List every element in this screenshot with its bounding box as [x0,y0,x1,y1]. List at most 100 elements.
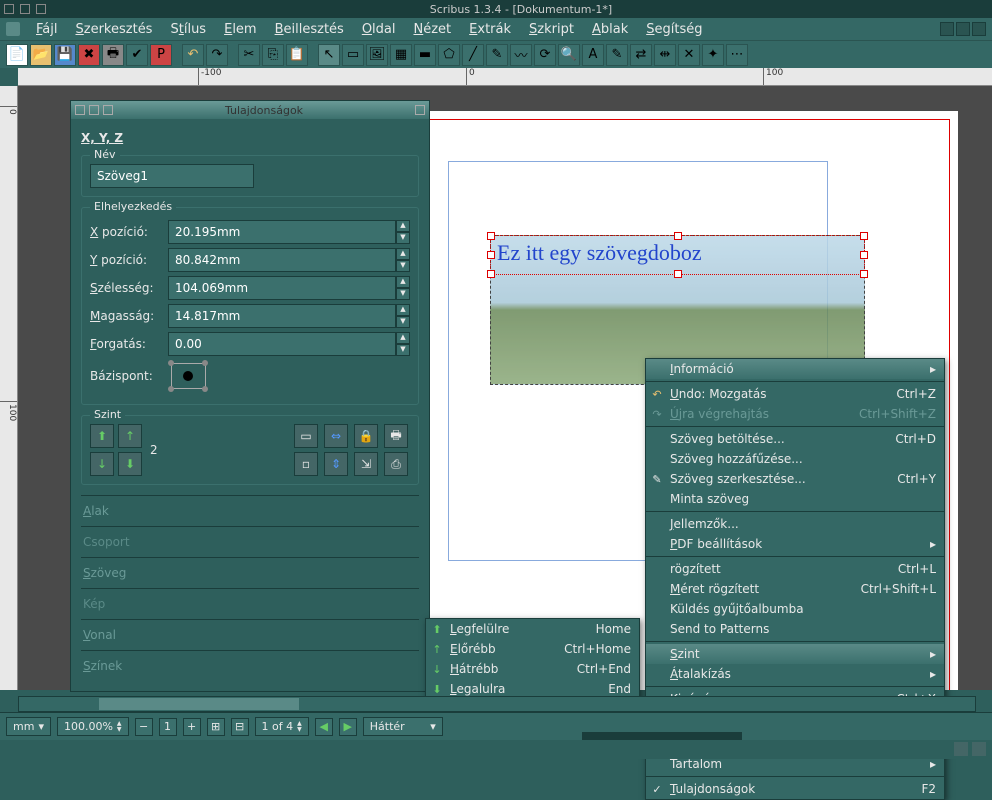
polygon-tool[interactable]: ⬠ [438,44,460,66]
handle-ne[interactable] [860,232,868,240]
wm-min-icon[interactable] [20,4,30,14]
submenu-forward[interactable]: ↑ElőrébbCtrl+Home [426,639,639,659]
width-input[interactable] [168,276,396,300]
resize-handle[interactable] [582,732,742,740]
zoom-input[interactable]: 100.00%▲▼ [57,717,129,736]
ctx-attributes[interactable]: Jellemzők... [646,514,944,534]
menu-extras[interactable]: Extrák [461,20,519,39]
undo-button[interactable]: ↶ [182,44,204,66]
horizontal-scrollbar[interactable] [18,696,976,712]
tab-image[interactable]: Kép [81,588,419,619]
ctx-send-patterns[interactable]: Send to Patterns [646,619,944,639]
xpos-input[interactable] [168,220,396,244]
menu-file[interactable]: Fájl [28,20,66,39]
zoom-tool[interactable]: 🔍 [558,44,580,66]
ctx-properties[interactable]: ✓TulajdonságokF2 [646,779,944,799]
fliph-button[interactable]: ⇔ [324,424,348,448]
tray-icon-2[interactable] [972,742,986,756]
scrollbar-thumb[interactable] [99,698,299,710]
menu-view[interactable]: Nézet [406,20,460,39]
handle-n[interactable] [674,232,682,240]
mdi-max-button[interactable] [956,22,970,36]
cut-button[interactable]: ✂ [238,44,260,66]
lock-button[interactable]: 🔒 [354,424,378,448]
panel-sysmenu-icon[interactable] [75,105,85,115]
level-bottom-button[interactable]: ⬇ [118,452,142,476]
print-toggle[interactable]: 🖶 [384,424,408,448]
level-top-button[interactable]: ⬆ [90,424,114,448]
save-button[interactable]: 💾 [54,44,76,66]
ctx-undo[interactable]: ↶Undo: MozgatásCtrl+Z [646,384,944,404]
properties-titlebar[interactable]: Tulajdonságok [71,101,429,119]
paste-button[interactable]: 📋 [286,44,308,66]
preflight-button[interactable]: ✔ [126,44,148,66]
tab-line[interactable]: Vonal [81,619,419,650]
measure-tool[interactable]: ✕ [678,44,700,66]
handle-e[interactable] [860,251,868,259]
ctx-locked[interactable]: rögzítettCtrl+L [646,559,944,579]
tray-icon-1[interactable] [954,742,968,756]
story-editor-button[interactable]: ✎ [606,44,628,66]
group-button[interactable]: ▭ [294,424,318,448]
ungroup-button[interactable]: ▫ [294,452,318,476]
menu-page[interactable]: Oldal [354,20,404,39]
line-tool[interactable]: ╱ [462,44,484,66]
page-select[interactable]: 1 of 4▲▼ [255,717,309,736]
rot-up[interactable]: ▲ [396,332,410,344]
ctx-convert[interactable]: Átalakízás▸ [646,664,944,684]
eyedropper-tool[interactable]: ✦ [702,44,724,66]
zoom-in-button[interactable]: + [183,718,201,736]
basepoint-widget[interactable] [168,360,208,392]
new-button[interactable]: 📄 [6,44,28,66]
tab-text[interactable]: Szöveg [81,557,419,588]
ctx-append-text[interactable]: Szöveg hozzáfűzése... [646,449,944,469]
width-down[interactable]: ▼ [396,288,410,300]
image-frame-tool[interactable]: 🖼 [366,44,388,66]
xpos-up[interactable]: ▲ [396,220,410,232]
name-input[interactable] [90,164,254,188]
flipv-button[interactable]: ⇕ [324,452,348,476]
unit-select[interactable]: mm▾ [6,717,51,736]
tab-shape[interactable]: Alak [81,495,419,526]
export-toggle[interactable]: ⎙ [384,452,408,476]
select-tool[interactable]: ↖ [318,44,340,66]
handle-w[interactable] [487,251,495,259]
handle-s[interactable] [674,270,682,278]
mdi-min-button[interactable] [940,22,954,36]
submenu-top[interactable]: ⬆LegfelülreHome [426,619,639,639]
handle-nw[interactable] [487,232,495,240]
text-frame-tool[interactable]: ▭ [342,44,364,66]
ctx-size-locked[interactable]: Méret rögzítettCtrl+Shift+L [646,579,944,599]
height-down[interactable]: ▼ [396,316,410,328]
mdi-close-button[interactable] [972,22,986,36]
shape-tool[interactable]: ▬ [414,44,436,66]
bezier-tool[interactable]: ✎ [486,44,508,66]
page-prev-button[interactable]: ◀ [315,718,333,736]
menu-window[interactable]: Ablak [584,20,636,39]
handle-se[interactable] [860,270,868,278]
zoom-out-button[interactable]: − [135,718,153,736]
unlink-frames-button[interactable]: ⇹ [654,44,676,66]
locksize-button[interactable]: ⇲ [354,452,378,476]
page-next-button[interactable]: ▶ [339,718,357,736]
ctx-send-scrapbook[interactable]: Küldés gyűjtőalbumba [646,599,944,619]
wm-menu-icon[interactable] [4,4,14,14]
copy-button[interactable]: ⎘ [262,44,284,66]
tab-colors[interactable]: Színek [81,650,419,681]
menu-edit[interactable]: Szerkesztés [68,20,161,39]
menu-help[interactable]: Segítség [638,20,710,39]
ctx-level[interactable]: Szint▸ [646,644,944,664]
level-down-button[interactable]: ↓ [90,452,114,476]
height-input[interactable] [168,304,396,328]
submenu-backward[interactable]: ↓HátrébbCtrl+End [426,659,639,679]
ctx-pdf-settings[interactable]: PDF beállítások▸ [646,534,944,554]
pdf-button[interactable]: P [150,44,172,66]
ctx-info[interactable]: Információ▸ [646,359,944,379]
print-button[interactable]: 🖶 [102,44,124,66]
freehand-tool[interactable]: 〰 [510,44,532,66]
rotate-tool[interactable]: ⟳ [534,44,556,66]
link-frames-button[interactable]: ⇄ [630,44,652,66]
edit-text-tool[interactable]: A [582,44,604,66]
wm-max-icon[interactable] [36,4,46,14]
panel-min-icon[interactable] [89,105,99,115]
